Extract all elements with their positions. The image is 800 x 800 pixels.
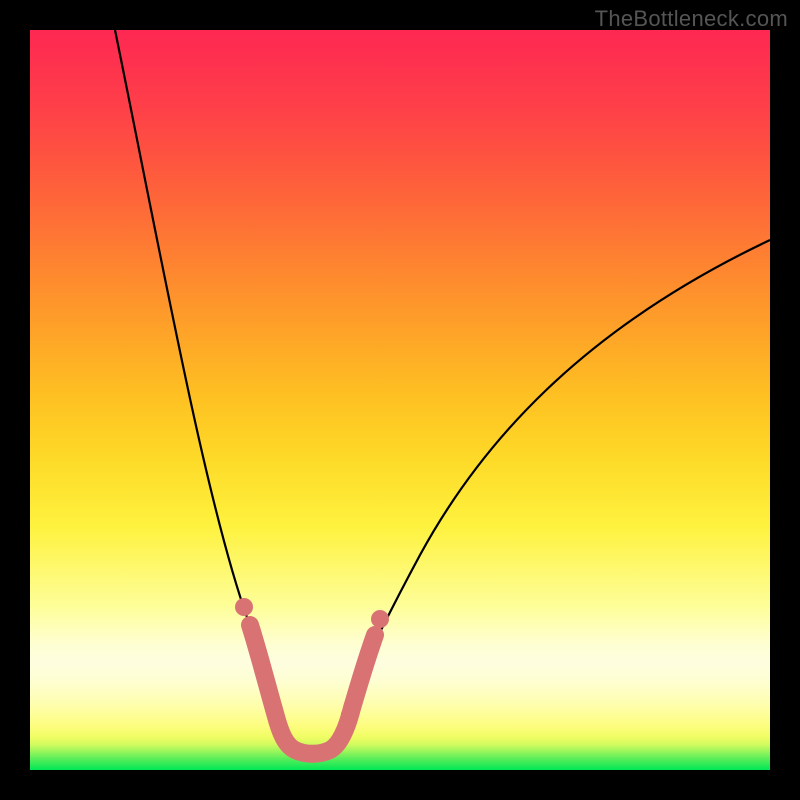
valley-dot-right: [371, 610, 389, 628]
valley-dot-left: [235, 598, 253, 616]
chart-container: TheBottleneck.com: [0, 0, 800, 800]
watermark-text: TheBottleneck.com: [595, 6, 788, 32]
chart-svg: [0, 0, 800, 800]
valley-highlight: [250, 625, 375, 754]
curve-right: [342, 240, 770, 714]
curve-left: [115, 30, 281, 714]
